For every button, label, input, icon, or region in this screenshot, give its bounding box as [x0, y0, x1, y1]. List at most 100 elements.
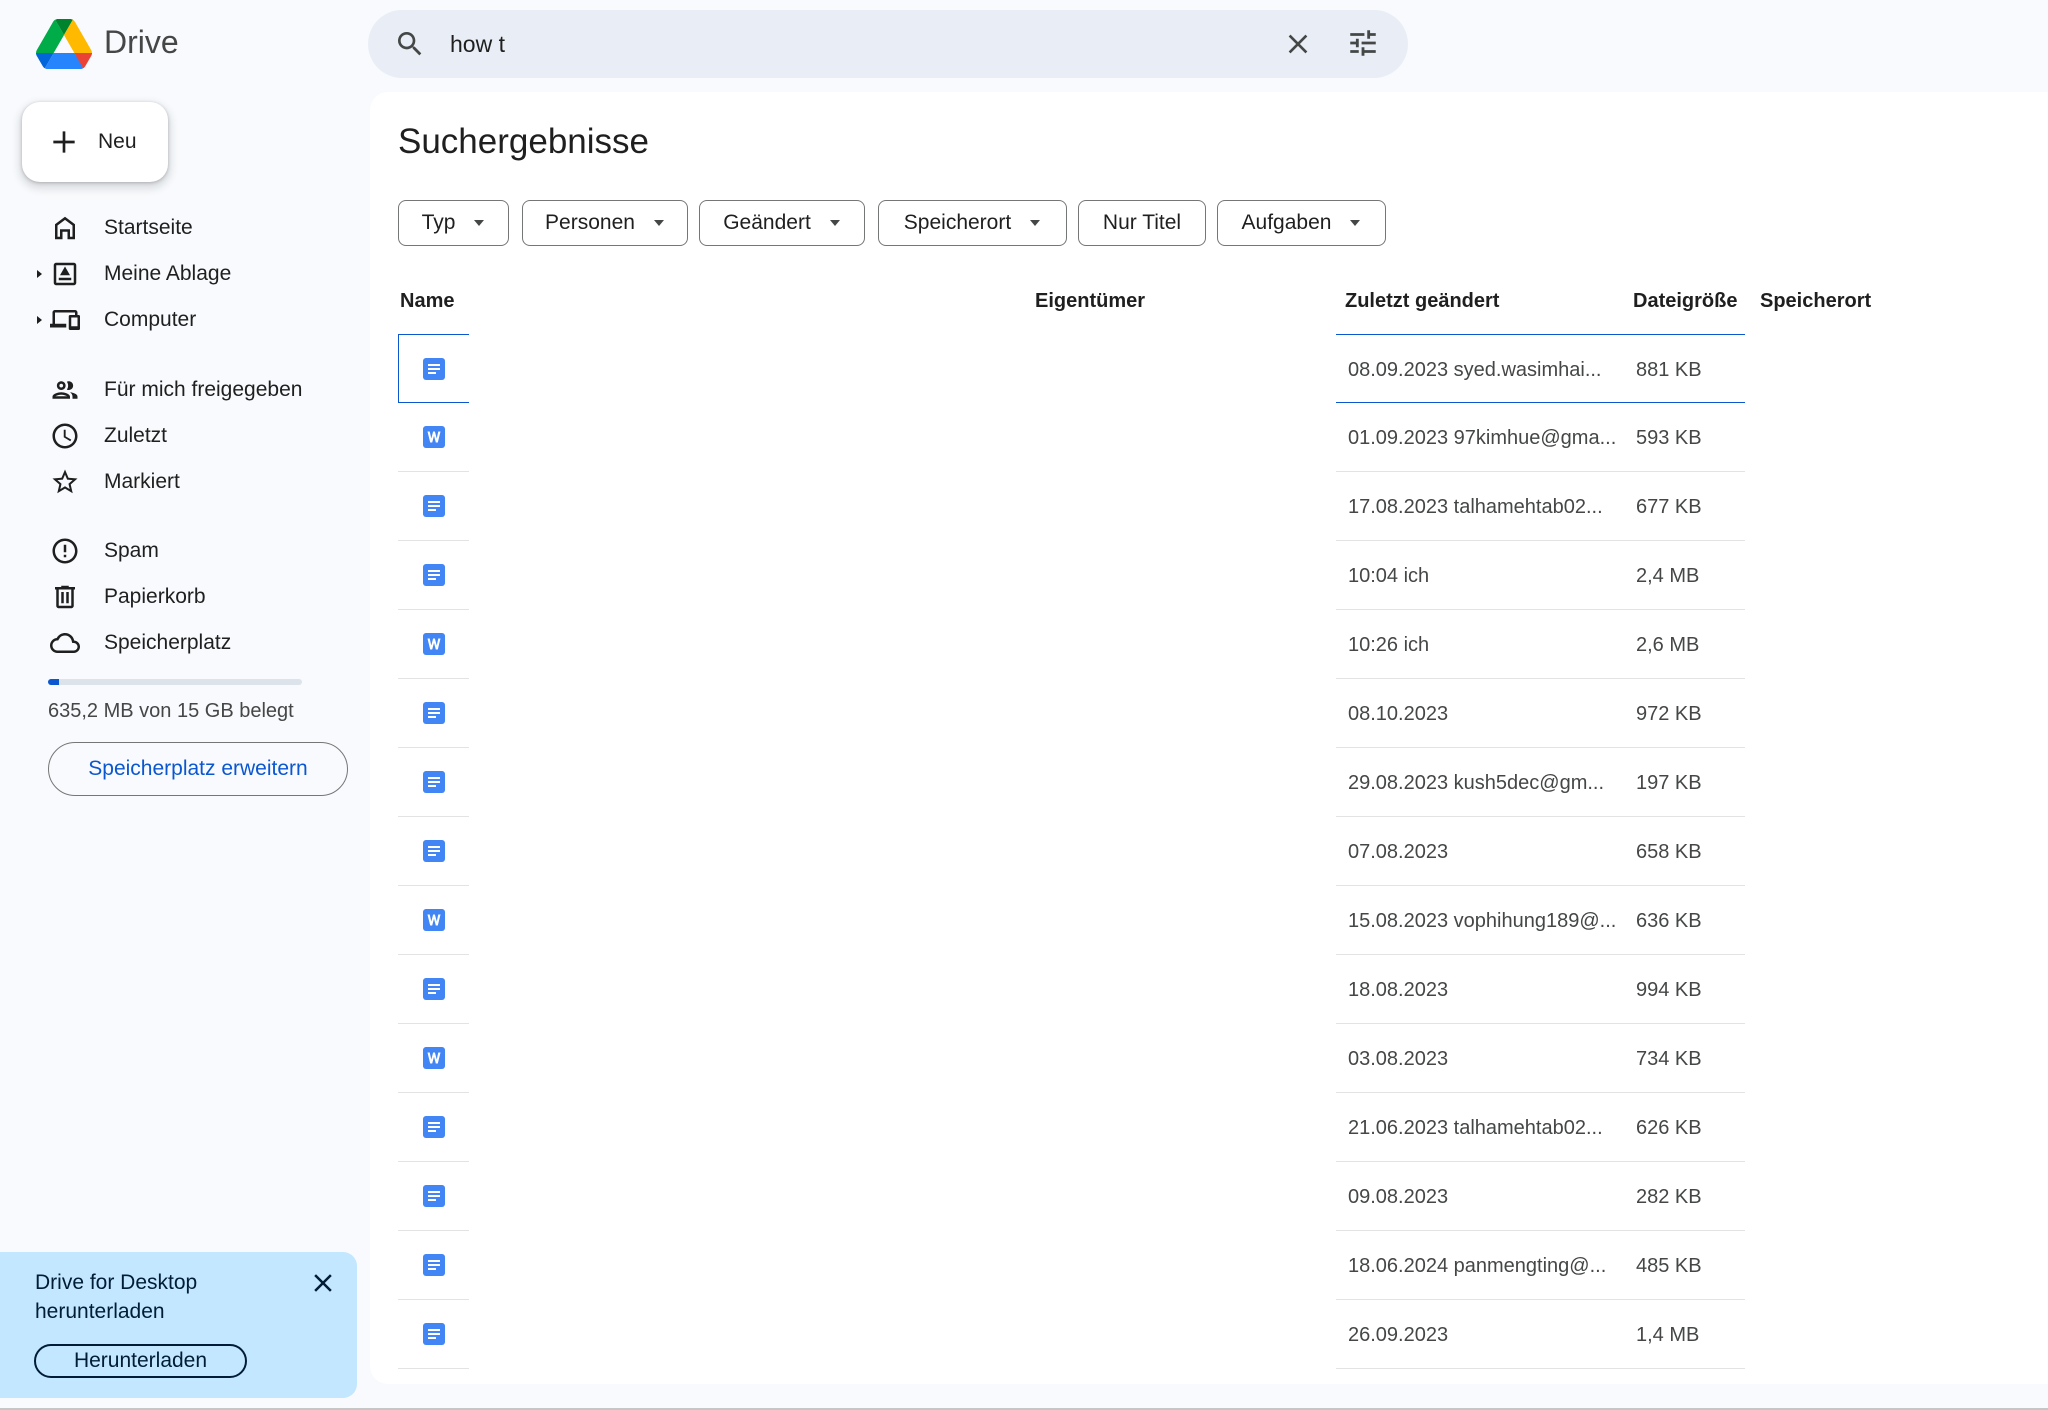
- word-file-icon[interactable]: [398, 403, 469, 472]
- docs-file-icon[interactable]: [398, 1231, 469, 1300]
- chip-label: Nur Titel: [1102, 211, 1182, 234]
- chevron-down-icon: [829, 220, 840, 226]
- trash-icon: [55, 585, 75, 609]
- docs-file-icon[interactable]: [398, 1300, 469, 1369]
- modified-cell: 09.08.2023 282 KB: [1336, 1162, 1745, 1231]
- table-row[interactable]: 10:04 ich 2,4 MB: [398, 541, 1745, 610]
- modified-text: 10:04 ich: [1348, 565, 1430, 587]
- column-header-location[interactable]: Speicherort: [1760, 290, 1871, 313]
- sidebar-item-label: Für mich freigegeben: [104, 378, 303, 401]
- column-header-name[interactable]: Name: [400, 290, 454, 313]
- table-row[interactable]: 10:26 ich 2,6 MB: [398, 610, 1745, 679]
- docs-file-icon[interactable]: [398, 679, 469, 748]
- search-bar[interactable]: [368, 10, 1408, 78]
- modified-text: 09.08.2023: [1348, 1186, 1449, 1208]
- spam-icon: [52, 538, 78, 564]
- search-icon[interactable]: [394, 28, 426, 60]
- sidebar-item-storage[interactable]: Speicherplatz: [30, 620, 360, 666]
- word-file-icon[interactable]: [398, 610, 469, 679]
- docs-file-icon[interactable]: [398, 955, 469, 1024]
- docs-file-icon[interactable]: [398, 1162, 469, 1231]
- file-size-text: 734 KB: [1636, 1048, 1702, 1070]
- download-button[interactable]: Herunterladen: [34, 1344, 247, 1378]
- sidebar-item-spam[interactable]: Spam: [30, 528, 360, 574]
- chevron-down-icon: [653, 220, 664, 226]
- expand-caret-icon[interactable]: [34, 269, 44, 279]
- file-size-text: 593 KB: [1636, 427, 1702, 449]
- table-row[interactable]: 07.08.2023 658 KB: [398, 817, 1745, 886]
- sidebar-item-label: Papierkorb: [104, 585, 206, 608]
- filter-type-chip[interactable]: Typ: [398, 200, 509, 246]
- filter-title-only-chip[interactable]: Nur Titel: [1078, 200, 1206, 246]
- table-row[interactable]: 01.09.2023 97kimhue@gma... 593 KB: [398, 403, 1745, 472]
- sidebar-item-recent[interactable]: Zuletzt: [30, 413, 360, 459]
- chip-label: Typ: [421, 211, 456, 234]
- sidebar-item-label: Spam: [104, 539, 159, 562]
- sidebar-item-trash[interactable]: Papierkorb: [30, 574, 360, 620]
- search-input[interactable]: [450, 30, 1150, 58]
- word-file-icon[interactable]: [398, 886, 469, 955]
- modified-text: 01.09.2023 97kimhue@gma...: [1348, 427, 1617, 449]
- file-size-text: 197 KB: [1636, 772, 1702, 794]
- file-size-text: 282 KB: [1636, 1186, 1702, 1208]
- table-row[interactable]: 15.08.2023 vophihung189@... 636 KB: [398, 886, 1745, 955]
- sidebar-item-home[interactable]: Startseite: [30, 205, 360, 251]
- modified-cell: 29.08.2023 kush5dec@gm... 197 KB: [1336, 748, 1745, 817]
- table-row[interactable]: 21.06.2023 talhamehtab02... 626 KB: [398, 1093, 1745, 1162]
- expand-caret-icon[interactable]: [34, 315, 44, 325]
- column-header-size[interactable]: Dateigröße: [1633, 290, 1737, 313]
- storage-progress-bar: [48, 679, 302, 685]
- filter-modified-chip[interactable]: Geändert: [699, 200, 865, 246]
- clear-search-icon[interactable]: [1282, 28, 1314, 60]
- app-title: Drive: [104, 24, 179, 60]
- chevron-down-icon: [1350, 220, 1361, 226]
- modified-text: 29.08.2023 kush5dec@gm...: [1348, 772, 1605, 794]
- sidebar-item-my-drive[interactable]: Meine Ablage: [30, 251, 360, 297]
- docs-file-icon[interactable]: [398, 817, 469, 886]
- filter-people-chip[interactable]: Personen: [522, 200, 688, 246]
- close-icon[interactable]: [308, 1268, 338, 1298]
- storage-usage-text: 635,2 MB von 15 GB belegt: [48, 700, 294, 722]
- file-size-text: 881 KB: [1636, 359, 1702, 381]
- word-file-icon[interactable]: [398, 1024, 469, 1093]
- modified-cell: 08.10.2023 972 KB: [1336, 679, 1745, 748]
- plus-icon: [53, 131, 75, 153]
- docs-file-icon[interactable]: [398, 1093, 469, 1162]
- table-row[interactable]: 08.10.2023 972 KB: [398, 679, 1745, 748]
- new-button-label: Neu: [98, 130, 137, 153]
- upgrade-storage-button[interactable]: Speicherplatz erweitern: [48, 742, 348, 796]
- table-row[interactable]: 09.08.2023 282 KB: [398, 1162, 1745, 1231]
- filter-location-chip[interactable]: Speicherort: [878, 200, 1067, 246]
- modified-cell: 21.06.2023 talhamehtab02... 626 KB: [1336, 1093, 1745, 1162]
- modified-cell: 15.08.2023 vophihung189@... 636 KB: [1336, 886, 1745, 955]
- search-options-icon[interactable]: [1346, 26, 1380, 60]
- modified-cell: 17.08.2023 talhamehtab02... 677 KB: [1336, 472, 1745, 541]
- table-row[interactable]: 08.09.2023 syed.wasimhai... 881 KB: [398, 334, 1745, 403]
- docs-file-icon[interactable]: [398, 748, 469, 817]
- modified-cell: 08.09.2023 syed.wasimhai... 881 KB: [1336, 334, 1745, 403]
- chip-label: Geändert: [723, 211, 811, 234]
- modified-text: 10:26 ich: [1348, 634, 1430, 656]
- sidebar-item-computers[interactable]: Computer: [30, 297, 360, 343]
- file-size-text: 636 KB: [1636, 910, 1702, 932]
- new-button[interactable]: Neu: [22, 102, 168, 182]
- filter-tasks-chip[interactable]: Aufgaben: [1217, 200, 1386, 246]
- chip-label: Personen: [545, 211, 635, 234]
- sidebar-item-shared[interactable]: Für mich freigegeben: [30, 367, 360, 413]
- column-header-owner[interactable]: Eigentümer: [1035, 290, 1145, 313]
- column-header-modified[interactable]: Zuletzt geändert: [1345, 290, 1499, 313]
- table-row[interactable]: 03.08.2023 734 KB: [398, 1024, 1745, 1093]
- docs-file-icon[interactable]: [398, 541, 469, 610]
- table-row[interactable]: 18.06.2024 panmengting@... 485 KB: [398, 1231, 1745, 1300]
- file-size-text: 658 KB: [1636, 841, 1702, 863]
- docs-file-icon[interactable]: [398, 472, 469, 541]
- modified-cell: 18.06.2024 panmengting@... 485 KB: [1336, 1231, 1745, 1300]
- table-row[interactable]: 18.08.2023 994 KB: [398, 955, 1745, 1024]
- page-title: Suchergebnisse: [398, 122, 649, 161]
- sidebar-item-starred[interactable]: Markiert: [30, 459, 360, 505]
- table-row[interactable]: 26.09.2023 1,4 MB: [398, 1300, 1745, 1369]
- table-row[interactable]: 17.08.2023 talhamehtab02... 677 KB: [398, 472, 1745, 541]
- docs-file-icon[interactable]: [398, 334, 469, 403]
- table-row[interactable]: 29.08.2023 kush5dec@gm... 197 KB: [398, 748, 1745, 817]
- modified-text: 26.09.2023: [1348, 1324, 1449, 1346]
